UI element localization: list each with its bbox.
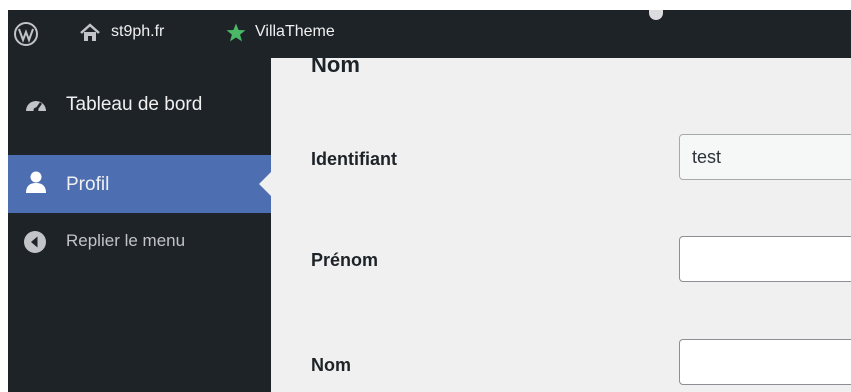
identifiant-label: Identifiant	[311, 149, 397, 169]
star-icon	[225, 22, 247, 44]
admin-bar: st9ph.fr VillaTheme	[8, 10, 851, 58]
nom-label: Nom	[311, 355, 351, 375]
sidebar-item-label: Tableau de bord	[66, 94, 203, 115]
wordpress-logo-icon[interactable]	[14, 22, 38, 46]
site-name-link[interactable]: st9ph.fr	[111, 23, 164, 41]
dashboard-icon	[23, 93, 49, 119]
prenom-label: Prénom	[311, 250, 379, 270]
active-item-arrow	[259, 172, 271, 196]
nom-input[interactable]	[679, 339, 851, 385]
section-heading: Nom	[311, 52, 360, 77]
sidebar-item-label: Replier le menu	[66, 231, 186, 250]
prenom-input[interactable]	[679, 236, 851, 282]
main-content: Nom Identifiant Prénom Nom	[271, 52, 851, 392]
sidebar-item-dashboard[interactable]: Tableau de bord	[8, 82, 271, 126]
admin-sidebar: Tableau de bord Profil Replier le menu	[8, 58, 271, 392]
sidebar-item-profil[interactable]: Profil	[8, 155, 271, 213]
villatheme-link[interactable]: VillaTheme	[255, 23, 335, 41]
home-icon	[79, 22, 101, 44]
user-icon	[23, 169, 49, 195]
identifiant-input[interactable]	[679, 134, 851, 180]
avatar-edge	[649, 10, 663, 20]
collapse-icon	[23, 230, 47, 254]
sidebar-item-label: Profil	[66, 174, 110, 195]
collapse-menu-button[interactable]: Replier le menu	[8, 228, 271, 258]
left-edge-strip	[0, 0, 8, 392]
